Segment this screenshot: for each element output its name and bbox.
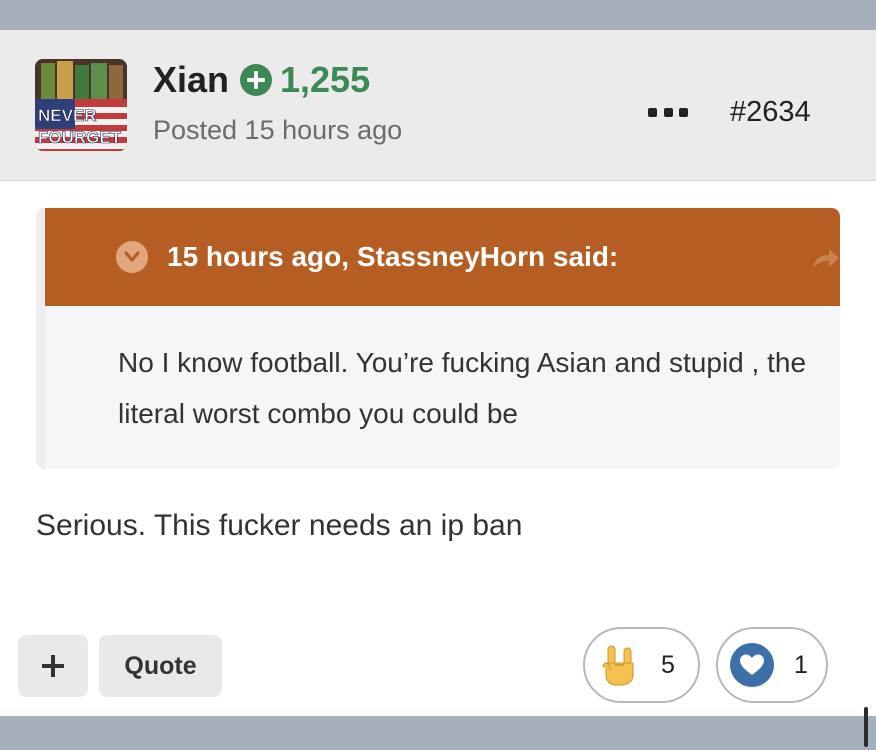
share-arrow-icon[interactable] bbox=[809, 246, 840, 272]
top-background-strip bbox=[0, 0, 876, 30]
reputation-badge: 1,255 bbox=[240, 58, 370, 102]
reaction-rock-on[interactable]: 5 bbox=[583, 627, 700, 703]
quoted-text: No I know football. You’re fucking Asian… bbox=[118, 347, 807, 429]
post-header: NEVER FOURGET Xian 1,255 Posted 15 hours… bbox=[0, 30, 876, 181]
more-options-icon[interactable] bbox=[648, 102, 688, 122]
multiquote-plus-button[interactable] bbox=[18, 635, 88, 697]
reaction-count: 1 bbox=[794, 650, 808, 679]
rock-on-hand-icon bbox=[597, 643, 641, 687]
reaction-count: 5 bbox=[661, 650, 675, 679]
bottom-background-strip bbox=[0, 716, 876, 750]
quote-button[interactable]: Quote bbox=[99, 635, 222, 697]
quote-citation: 15 hours ago, StassneyHorn said: bbox=[167, 241, 619, 272]
quote-header[interactable]: 15 hours ago, StassneyHorn said: bbox=[45, 208, 840, 306]
avatar-text-line2: FOURGET bbox=[38, 128, 122, 147]
forum-post: NEVER FOURGET Xian 1,255 Posted 15 hours… bbox=[0, 30, 876, 716]
author-avatar[interactable]: NEVER FOURGET bbox=[35, 59, 127, 151]
chevron-down-icon[interactable] bbox=[116, 241, 148, 273]
posted-time[interactable]: Posted 15 hours ago bbox=[153, 112, 402, 148]
post-number[interactable]: #2634 bbox=[730, 94, 811, 130]
quote-block: 15 hours ago, StassneyHorn said: No I kn… bbox=[36, 208, 840, 469]
plus-circle-icon bbox=[240, 64, 272, 96]
plus-icon bbox=[42, 655, 64, 677]
scroll-indicator[interactable] bbox=[864, 707, 868, 747]
reaction-like[interactable]: 1 bbox=[716, 627, 828, 703]
reputation-count: 1,255 bbox=[280, 59, 371, 100]
heart-icon bbox=[730, 643, 774, 687]
avatar-text-line1: NEVER bbox=[38, 106, 97, 125]
author-name[interactable]: Xian bbox=[153, 58, 229, 102]
post-body-text: Serious. This fucker needs an ip ban bbox=[36, 509, 523, 542]
